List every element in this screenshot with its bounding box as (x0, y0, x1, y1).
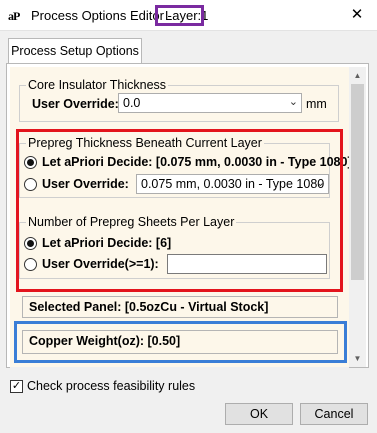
feasibility-checkbox[interactable]: ✓ (10, 380, 23, 393)
scroll-up-icon[interactable]: ▲ (349, 67, 366, 84)
app-logo-icon: aP (8, 9, 20, 23)
scroll-thumb[interactable] (351, 84, 364, 280)
tab-process-setup-options[interactable]: Process Setup Options (8, 38, 142, 64)
vertical-scrollbar[interactable]: ▲ ▼ (349, 67, 366, 367)
title-highlight-box (155, 5, 204, 26)
core-insulator-override-label: User Override: (32, 97, 119, 111)
chevron-down-icon: ⌄ (288, 96, 298, 108)
core-insulator-override-select[interactable]: 0.0 ⌄ (118, 93, 302, 113)
core-insulator-legend: Core Insulator Thickness (28, 78, 167, 92)
selected-panel-text: Selected Panel: [0.5ozCu - Virtual Stock… (29, 300, 269, 314)
horizontal-scrollbar[interactable] (10, 367, 349, 371)
feasibility-label[interactable]: Check process feasibility rules (27, 379, 195, 393)
checkmark-icon: ✓ (11, 380, 22, 392)
scroll-down-icon[interactable]: ▼ (349, 350, 366, 367)
window-title: Process Options Editor - (31, 8, 172, 23)
close-icon: ✕ (350, 6, 364, 23)
ok-button[interactable]: OK (225, 403, 293, 425)
prepreg-highlight-box (16, 129, 343, 292)
cancel-button[interactable]: Cancel (300, 403, 368, 425)
core-insulator-override-value: 0.0 (123, 96, 141, 110)
copper-highlight-box (14, 321, 347, 363)
selected-panel-row: Selected Panel: [0.5ozCu - Virtual Stock… (22, 296, 338, 318)
title-bar: aP Process Options Editor - Layer:1 ✕ (0, 0, 377, 31)
core-insulator-unit: mm (306, 97, 327, 111)
close-button[interactable]: ✕ (343, 3, 371, 27)
